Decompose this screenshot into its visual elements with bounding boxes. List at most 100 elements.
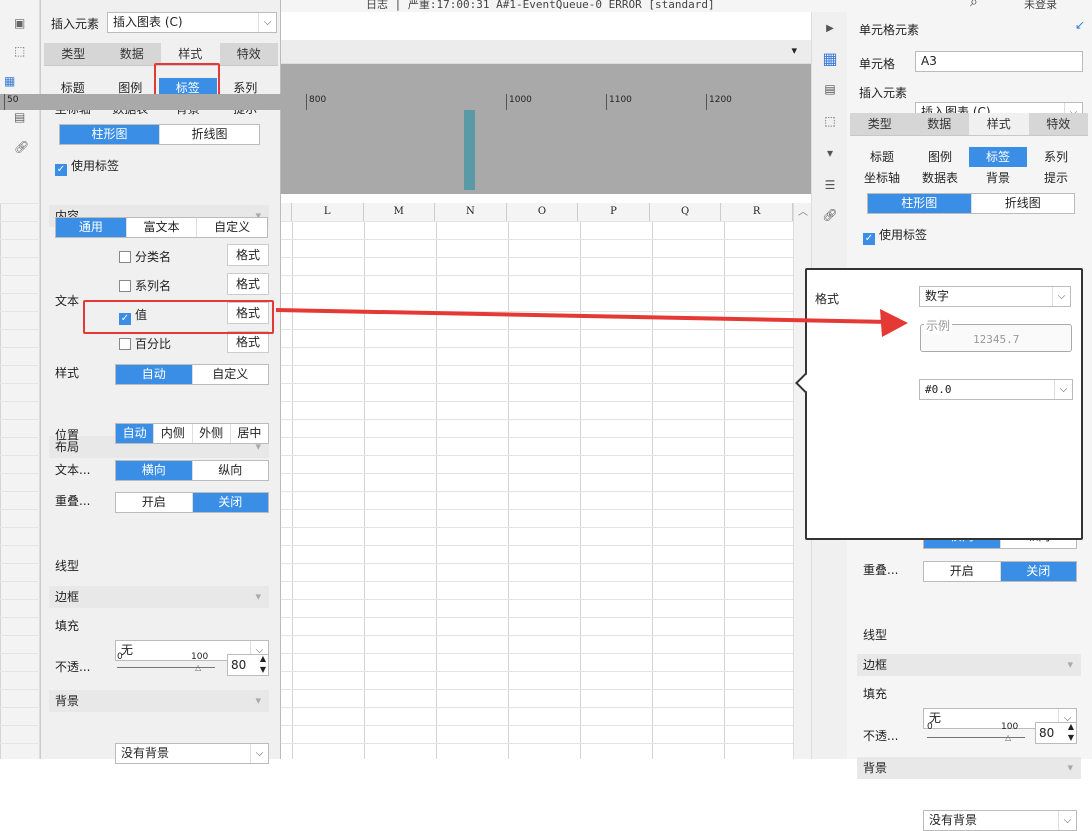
position-auto[interactable]: 自动 xyxy=(116,424,155,443)
border-section-header-right[interactable]: 边框 xyxy=(857,654,1081,676)
spreadsheet-grid-left[interactable] xyxy=(0,203,40,759)
column-header[interactable]: M xyxy=(364,203,436,221)
tab-style[interactable]: 样式 xyxy=(161,43,220,65)
subtab-label[interactable]: 标签 xyxy=(969,147,1027,167)
fill-select[interactable]: 没有背景 ⌵ xyxy=(115,743,269,764)
text-option-percent[interactable]: 百分比 xyxy=(119,335,171,352)
overlap-on[interactable]: 开启 xyxy=(924,562,1001,581)
stepper-up-icon[interactable]: ▲ xyxy=(1068,722,1074,731)
slider-thumb[interactable]: △ xyxy=(1005,733,1011,742)
expand-icon[interactable]: ▶ xyxy=(819,18,841,40)
format-button-category[interactable]: 格式 xyxy=(227,244,269,266)
bar-chart-option[interactable]: 柱形图 xyxy=(60,125,160,144)
toolbar-icon-2[interactable]: ⬚ xyxy=(14,44,25,58)
column-header[interactable]: Q xyxy=(650,203,722,221)
subtab-axis[interactable]: 坐标轴 xyxy=(853,168,911,188)
tab-data[interactable]: 数据 xyxy=(103,43,162,65)
spreadsheet-grid[interactable] xyxy=(281,221,793,759)
mode-richtext[interactable]: 富文本 xyxy=(127,218,198,237)
stepper-down-icon[interactable]: ▼ xyxy=(1068,733,1074,742)
layer-icon[interactable]: ☰ xyxy=(819,174,841,196)
stepper-up-icon[interactable]: ▲ xyxy=(260,654,266,663)
toolbar-icon-1[interactable]: ▣ xyxy=(14,16,25,30)
format-button-series[interactable]: 格式 xyxy=(227,273,269,295)
percent-label: 百分比 xyxy=(135,337,172,351)
background-section-header-right[interactable]: 背景 xyxy=(857,757,1081,779)
tab-type[interactable]: 类型 xyxy=(850,113,910,135)
scroll-up-icon[interactable]: ︿ xyxy=(798,203,808,218)
link-icon[interactable]: 🔗︎ xyxy=(819,204,841,226)
direction-vertical[interactable]: 纵向 xyxy=(193,461,269,480)
subtab-datatable[interactable]: 数据表 xyxy=(911,168,969,188)
position-label: 位置 xyxy=(55,428,80,442)
border-section-header[interactable]: 边框 xyxy=(49,586,269,608)
subtab-title[interactable]: 标题 xyxy=(853,147,911,167)
opacity-slider[interactable]: 0 100 △ xyxy=(117,652,215,672)
column-header[interactable]: L xyxy=(292,203,364,221)
column-header[interactable]: N xyxy=(435,203,507,221)
tab-data[interactable]: 数据 xyxy=(910,113,970,135)
text-option-category[interactable]: 分类名 xyxy=(119,248,171,265)
tab-type[interactable]: 类型 xyxy=(44,43,103,65)
use-label-text: 使用标签 xyxy=(879,228,928,242)
toolbar-icon-3[interactable]: ▤ xyxy=(14,110,25,124)
fill-select-right[interactable]: 没有背景 ⌵ xyxy=(923,810,1077,831)
style-auto[interactable]: 自动 xyxy=(116,365,193,384)
link-icon[interactable]: 🔗︎ xyxy=(14,140,29,154)
line-chart-option[interactable]: 折线图 xyxy=(160,125,259,144)
format-button-percent[interactable]: 格式 xyxy=(227,331,269,353)
login-link[interactable]: 未登录 xyxy=(1024,0,1057,12)
insert-select[interactable]: 插入图表 (C) ⌵ xyxy=(107,12,277,33)
cell-element-icon[interactable]: ▦ xyxy=(819,48,841,70)
widget-icon[interactable]: ▾ xyxy=(819,142,841,164)
subtab-legend[interactable]: 图例 xyxy=(911,147,969,167)
opacity-stepper[interactable]: 80 ▲ ▼ xyxy=(227,654,269,676)
overlap-on[interactable]: 开启 xyxy=(116,493,193,512)
opacity-slider-right[interactable]: 0 100 △ xyxy=(927,722,1025,742)
direction-horizontal[interactable]: 横向 xyxy=(116,461,193,480)
column-header[interactable]: R xyxy=(721,203,793,221)
overlap-off[interactable]: 关闭 xyxy=(192,493,268,512)
collapse-icon[interactable]: ↙ xyxy=(1075,18,1085,32)
left-style-panel: 插入元素 插入图表 (C)⌵ 类型 数据 样式 特效 标题 图例 标签 系列 坐… xyxy=(40,0,281,764)
cell-attr-icon[interactable]: ▤ xyxy=(819,78,841,100)
opacity-label-right: 不透... xyxy=(863,729,899,743)
tab-effect[interactable]: 特效 xyxy=(1029,113,1089,135)
column-header[interactable]: P xyxy=(578,203,650,221)
table-icon[interactable]: ▦ xyxy=(4,74,15,88)
position-outside[interactable]: 外侧 xyxy=(193,424,231,443)
position-inside[interactable]: 内侧 xyxy=(154,424,193,443)
style-custom[interactable]: 自定义 xyxy=(193,365,269,384)
slider-min: 0 xyxy=(117,652,123,662)
column-header[interactable]: O xyxy=(507,203,579,221)
search-icon[interactable]: ⌕ xyxy=(970,0,978,10)
subtab-tooltip[interactable]: 提示 xyxy=(1027,168,1085,188)
stepper-down-icon[interactable]: ▼ xyxy=(260,665,266,674)
format-pattern-select[interactable]: #0.0 ⌵ xyxy=(919,379,1073,400)
overlap-label: 重叠... xyxy=(55,494,91,508)
format-type-select[interactable]: 数字 ⌵ xyxy=(919,286,1071,307)
mode-general[interactable]: 通用 xyxy=(56,218,127,237)
tab-style[interactable]: 样式 xyxy=(969,113,1029,135)
text-option-series[interactable]: 系列名 xyxy=(119,277,171,294)
slider-thumb[interactable]: △ xyxy=(195,663,201,672)
opacity-stepper-right[interactable]: 80 ▲ ▼ xyxy=(1035,722,1077,744)
tab-effect[interactable]: 特效 xyxy=(220,43,279,65)
frame-icon[interactable]: ⬚ xyxy=(819,110,841,132)
line-chart-option[interactable]: 折线图 xyxy=(972,194,1075,213)
cell-input[interactable]: A3 xyxy=(915,51,1083,72)
checkbox-icon xyxy=(119,280,131,292)
toolbar-dropdown-icon[interactable]: ▾ xyxy=(791,44,797,57)
left-chart-type-toggle: 柱形图 折线图 xyxy=(59,124,260,145)
insert-value: 插入图表 (C) xyxy=(113,15,183,29)
subtab-background[interactable]: 背景 xyxy=(969,168,1027,188)
position-center[interactable]: 居中 xyxy=(231,424,268,443)
use-label-checkbox-right[interactable]: ✓ 使用标签 xyxy=(863,226,927,245)
use-label-checkbox[interactable]: ✓ 使用标签 xyxy=(55,157,119,176)
subtab-series[interactable]: 系列 xyxy=(1027,147,1085,167)
background-section-header[interactable]: 背景 xyxy=(49,690,269,712)
bar-chart-option[interactable]: 柱形图 xyxy=(868,194,972,213)
mode-custom[interactable]: 自定义 xyxy=(197,218,267,237)
check-icon: ✓ xyxy=(55,164,67,176)
overlap-off[interactable]: 关闭 xyxy=(1000,562,1076,581)
